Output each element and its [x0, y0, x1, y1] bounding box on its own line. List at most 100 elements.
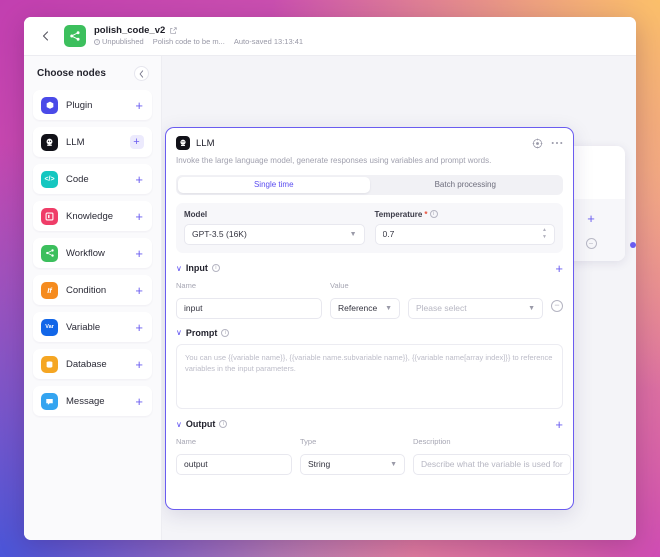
- sidebar-item-code[interactable]: </> Code +: [33, 164, 152, 194]
- output-type-select[interactable]: String ▼: [300, 453, 405, 475]
- model-temperature-row: Model GPT-3.5 (16K) ▼ Temperature * i 0.…: [184, 210, 555, 245]
- window-body: Choose nodes Plugin + LLM + </> Code + K…: [24, 56, 636, 540]
- sidebar-collapse-button[interactable]: [134, 66, 149, 81]
- panel-body: Model GPT-3.5 (16K) ▼ Temperature * i 0.…: [166, 195, 573, 509]
- info-icon: i: [94, 39, 100, 46]
- top-bar: polish_code_v2 i Unpublished Polish code…: [24, 17, 636, 56]
- input-value-select[interactable]: Please select ▼: [408, 297, 543, 319]
- temperature-label: Temperature: [374, 209, 423, 219]
- database-icon: [41, 355, 58, 373]
- model-value: GPT-3.5 (16K): [192, 229, 247, 240]
- input-ref-type-select[interactable]: Reference ▼: [330, 297, 400, 319]
- workflow-share-icon: [70, 31, 80, 41]
- input-section-header: ∨ Input i +: [176, 262, 563, 275]
- sidebar-item-condition[interactable]: If Condition +: [33, 275, 152, 305]
- input-section: ∨ Input i + Name Value input Reference ▼…: [176, 262, 563, 319]
- edit-square-icon[interactable]: [170, 27, 177, 35]
- output-description-field[interactable]: Describe what the variable is used for: [413, 453, 571, 475]
- remove-input-row-button[interactable]: −: [551, 299, 563, 312]
- table-row: output String ▼ Describe what the variab…: [176, 449, 571, 475]
- sidebar-item-plugin[interactable]: Plugin +: [33, 90, 152, 120]
- info-icon[interactable]: i: [219, 420, 228, 429]
- table-row: input Reference ▼ Please select ▼ −: [176, 293, 563, 319]
- stepper-up-icon[interactable]: ▲: [542, 228, 547, 233]
- status-label: Unpublished: [102, 37, 144, 47]
- sidebar-item-knowledge[interactable]: Knowledge +: [33, 201, 152, 231]
- output-name-field[interactable]: output: [176, 453, 292, 475]
- add-node-button[interactable]: +: [135, 284, 144, 297]
- required-mark: *: [424, 209, 428, 219]
- panel-title-row: LLM: [176, 136, 563, 150]
- model-settings-card: Model GPT-3.5 (16K) ▼ Temperature * i 0.…: [176, 202, 563, 253]
- chevron-down-icon[interactable]: ∨: [176, 420, 182, 429]
- sidebar-item-label: Code: [66, 173, 89, 185]
- knowledge-icon: [41, 207, 58, 225]
- add-node-button[interactable]: +: [135, 99, 144, 112]
- prompt-textarea[interactable]: You can use {{variable name}}, {{variabl…: [176, 343, 563, 409]
- mode-tabs: Single time Batch processing: [176, 174, 563, 195]
- project-info: polish_code_v2 i Unpublished Polish code…: [94, 24, 303, 47]
- column-header-name: Name: [176, 280, 197, 290]
- output-section-title: Output: [185, 419, 216, 430]
- tab-batch-processing[interactable]: Batch processing: [370, 177, 562, 193]
- llm-node-panel: LLM Invoke the large language model, gen…: [165, 127, 574, 510]
- info-icon[interactable]: i: [221, 328, 230, 337]
- sidebar-item-llm[interactable]: LLM +: [33, 127, 152, 157]
- message-icon: [41, 392, 58, 410]
- temperature-input[interactable]: 0.7 ▲ ▼: [374, 223, 555, 245]
- add-node-button[interactable]: +: [135, 210, 144, 223]
- sidebar-item-label: Condition: [66, 284, 107, 296]
- sidebar-item-label: Knowledge: [66, 210, 114, 222]
- chevron-down-icon[interactable]: ∨: [176, 328, 182, 337]
- add-node-button[interactable]: +: [135, 173, 144, 186]
- add-node-button[interactable]: +: [135, 395, 144, 408]
- column-header-value: Value: [330, 280, 349, 290]
- add-input-button[interactable]: +: [555, 262, 563, 275]
- app-icon: [64, 25, 86, 47]
- model-field: Model GPT-3.5 (16K) ▼: [184, 210, 365, 245]
- plugin-icon: [41, 96, 58, 114]
- add-button[interactable]: +: [587, 211, 595, 226]
- project-meta-row: i Unpublished Polish code to be m... Aut…: [94, 37, 303, 47]
- sidebar-item-label: LLM: [66, 136, 85, 148]
- temperature-value: 0.7: [382, 229, 395, 240]
- add-node-button[interactable]: +: [135, 321, 144, 334]
- panel-description: Invoke the large language model, generat…: [176, 156, 492, 165]
- node-port-right[interactable]: [630, 242, 636, 248]
- add-output-button[interactable]: +: [555, 418, 563, 431]
- variable-icon: Var: [41, 318, 58, 336]
- ellipsis-icon[interactable]: [551, 141, 563, 145]
- input-name-field[interactable]: input: [176, 297, 322, 319]
- stepper-down-icon[interactable]: ▼: [542, 235, 547, 240]
- number-stepper[interactable]: ▲ ▼: [542, 228, 547, 240]
- prompt-section-title: Prompt: [185, 327, 218, 338]
- info-icon[interactable]: i: [429, 210, 438, 219]
- output-section-header: ∨ Output i +: [176, 418, 563, 431]
- info-icon[interactable]: i: [211, 264, 220, 273]
- sidebar-item-message[interactable]: Message +: [33, 386, 152, 416]
- sidebar-title: Choose nodes: [37, 68, 106, 79]
- add-node-button[interactable]: +: [135, 247, 144, 260]
- chevron-left-icon: [42, 31, 48, 41]
- sidebar-item-label: Message: [66, 395, 105, 407]
- input-section-title: Input: [185, 263, 208, 274]
- sidebar-header: Choose nodes: [33, 66, 152, 81]
- sidebar-item-database[interactable]: Database +: [33, 349, 152, 379]
- sidebar-item-workflow[interactable]: Workflow +: [33, 238, 152, 268]
- tab-single-time[interactable]: Single time: [178, 176, 370, 193]
- back-button[interactable]: [34, 25, 56, 47]
- add-node-button[interactable]: +: [135, 358, 144, 371]
- temperature-field: Temperature * i 0.7 ▲ ▼: [374, 209, 555, 245]
- target-pin-icon[interactable]: [532, 138, 543, 149]
- sidebar-item-variable[interactable]: Var Variable +: [33, 312, 152, 342]
- workflow-canvas[interactable]: + − LLM Invoke the large language model,…: [162, 56, 636, 540]
- project-title: polish_code_v2: [94, 24, 166, 36]
- add-node-button[interactable]: +: [130, 135, 144, 149]
- panel-title: LLM: [196, 137, 215, 149]
- prompt-section: ∨ Prompt i You can use {{variable name}}…: [176, 328, 563, 409]
- collapse-icon[interactable]: −: [585, 238, 597, 249]
- llm-icon: [41, 133, 58, 151]
- chevron-down-icon[interactable]: ∨: [176, 264, 182, 273]
- project-title-row: polish_code_v2: [94, 24, 303, 36]
- model-select[interactable]: GPT-3.5 (16K) ▼: [184, 223, 365, 245]
